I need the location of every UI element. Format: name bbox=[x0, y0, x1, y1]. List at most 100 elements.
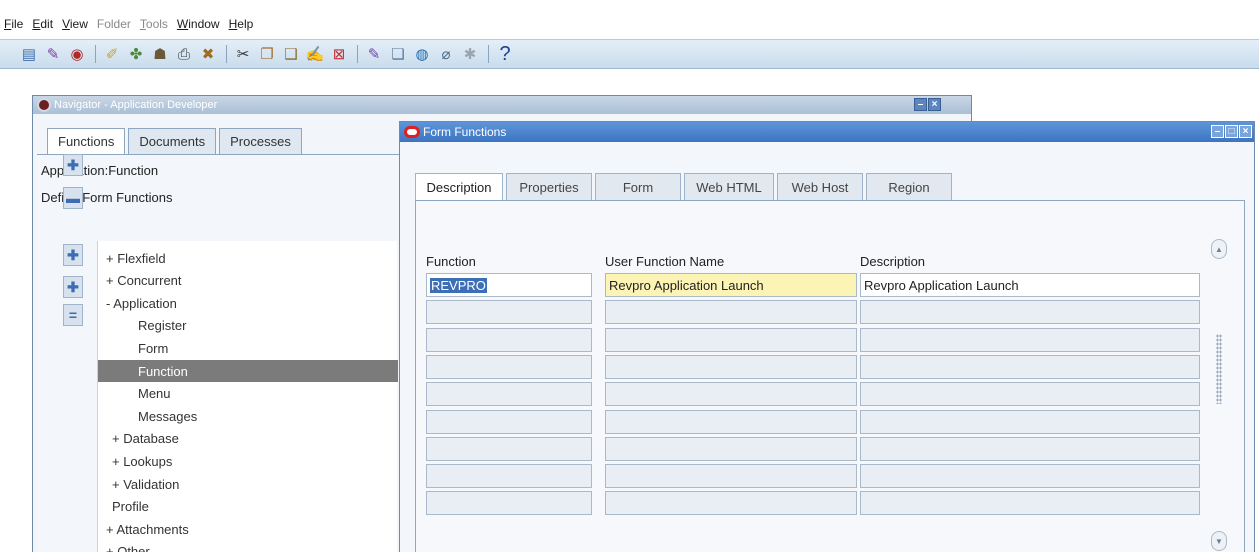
expand-branch-icon[interactable]: ✚ bbox=[63, 244, 83, 266]
table-cell[interactable]: Revpro Application Launch bbox=[605, 273, 857, 297]
tree-item[interactable]: - Application bbox=[98, 292, 177, 314]
paste-icon[interactable]: ❑ bbox=[280, 43, 302, 65]
close-form-icon[interactable]: ✖ bbox=[197, 43, 219, 65]
help-icon[interactable]: ? bbox=[494, 43, 516, 65]
tree-item[interactable]: + Attachments bbox=[98, 518, 189, 540]
expand-icon[interactable]: ✚ bbox=[63, 154, 83, 176]
attachments-icon[interactable]: ⌀ bbox=[435, 43, 457, 65]
clear-record-icon[interactable]: ⊠ bbox=[328, 43, 350, 65]
tree-item[interactable]: Menu bbox=[98, 383, 171, 405]
zoom-icon[interactable]: ❏ bbox=[387, 43, 409, 65]
tree-item[interactable]: + Other bbox=[98, 541, 150, 552]
tree-item[interactable]: + Validation bbox=[98, 473, 179, 495]
scroll-grip[interactable] bbox=[1216, 334, 1222, 404]
tree-item[interactable]: Profile bbox=[98, 496, 149, 518]
table-cell[interactable] bbox=[426, 464, 592, 489]
table-cell[interactable] bbox=[426, 327, 592, 352]
table-cell[interactable] bbox=[426, 436, 592, 461]
navigator-panel: Application:Function Define Form Functio… bbox=[37, 154, 403, 552]
menu-edit[interactable]: Edit bbox=[32, 17, 53, 31]
collapse-all-icon[interactable]: = bbox=[63, 304, 83, 326]
tab-processes[interactable]: Processes bbox=[219, 128, 302, 154]
table-cell[interactable]: Revpro Application Launch bbox=[860, 273, 1200, 297]
translations-icon[interactable]: ◍ bbox=[411, 43, 433, 65]
table-cell[interactable] bbox=[605, 300, 857, 325]
table-cell[interactable] bbox=[860, 300, 1200, 325]
menu-file[interactable]: File bbox=[4, 17, 23, 31]
vertical-scrollbar[interactable]: ▲ ▼ bbox=[1211, 239, 1227, 551]
print-icon[interactable]: ⎙ bbox=[173, 43, 195, 65]
tree-item[interactable]: + Lookups bbox=[98, 450, 172, 472]
cut-icon[interactable]: ✂ bbox=[232, 43, 254, 65]
table-cell[interactable] bbox=[860, 382, 1200, 407]
collapse-icon[interactable]: ▬ bbox=[63, 187, 83, 209]
table-cell[interactable] bbox=[605, 464, 857, 489]
scroll-up-icon[interactable]: ▲ bbox=[1211, 239, 1227, 259]
function-tree: + Flexfield + Concurrent - Application Regi… bbox=[97, 241, 398, 552]
table-cell[interactable] bbox=[426, 409, 592, 434]
toolbar-separator bbox=[488, 45, 489, 63]
tab-form[interactable]: Form bbox=[595, 173, 681, 200]
table-cell[interactable] bbox=[426, 382, 592, 407]
current-function-label: Define Form Functions bbox=[41, 190, 173, 205]
new-icon[interactable]: ✍ bbox=[304, 43, 326, 65]
find-icon[interactable]: ✎ bbox=[42, 43, 64, 65]
navigator-icon[interactable]: ◉ bbox=[66, 43, 88, 65]
table-cell[interactable] bbox=[426, 354, 592, 379]
cell-value: REVPRO bbox=[430, 277, 487, 293]
table-cell[interactable] bbox=[860, 327, 1200, 352]
tab-description[interactable]: Description bbox=[415, 173, 503, 200]
table-cell[interactable] bbox=[605, 382, 857, 407]
switch-responsibility-icon[interactable]: ☗ bbox=[149, 43, 171, 65]
table-cell[interactable] bbox=[605, 491, 857, 516]
tab-functions[interactable]: Functions bbox=[47, 128, 126, 154]
table-cell[interactable] bbox=[605, 354, 857, 379]
tab-properties[interactable]: Properties bbox=[506, 173, 592, 200]
save-icon[interactable]: ✐ bbox=[101, 43, 123, 65]
copy-icon[interactable]: ❐ bbox=[256, 43, 278, 65]
table-cell[interactable] bbox=[860, 409, 1200, 434]
table-cell[interactable] bbox=[426, 491, 592, 516]
tree-item[interactable]: + Concurrent bbox=[98, 270, 182, 292]
close-icon[interactable]: × bbox=[928, 98, 941, 111]
tab-documents[interactable]: Documents bbox=[128, 128, 217, 154]
edit-field-icon[interactable]: ✎ bbox=[363, 43, 385, 65]
expand-all-icon[interactable]: ✚ bbox=[63, 276, 83, 298]
tab-region[interactable]: Region bbox=[866, 173, 952, 200]
tree-item[interactable]: Form bbox=[98, 337, 168, 359]
tab-web-html[interactable]: Web HTML bbox=[684, 173, 774, 200]
navigator-title-bar[interactable]: Navigator - Application Developer – × bbox=[33, 96, 971, 114]
menu-window[interactable]: Window bbox=[177, 17, 220, 31]
menu-tools[interactable]: Tools bbox=[140, 17, 168, 31]
menu-help[interactable]: Help bbox=[229, 17, 254, 31]
menu-view[interactable]: View bbox=[62, 17, 88, 31]
column-header-description: Description bbox=[860, 254, 926, 269]
table-cell[interactable] bbox=[605, 436, 857, 461]
minimize-icon[interactable]: – bbox=[914, 98, 927, 111]
new-record-icon[interactable]: ▤ bbox=[18, 43, 40, 65]
tree-item[interactable]: Register bbox=[98, 315, 186, 337]
tree-item[interactable]: + Database bbox=[98, 428, 179, 450]
tree-item[interactable]: + Flexfield bbox=[98, 247, 166, 269]
close-icon[interactable]: × bbox=[1239, 125, 1252, 138]
form-functions-title-bar[interactable]: Form Functions – □ × bbox=[400, 122, 1254, 142]
next-step-icon[interactable]: ✤ bbox=[125, 43, 147, 65]
tree-item[interactable]: Messages bbox=[98, 405, 197, 427]
folder-tools-icon[interactable]: ✱ bbox=[459, 43, 481, 65]
table-cell[interactable] bbox=[860, 436, 1200, 461]
table-cell[interactable] bbox=[605, 327, 857, 352]
table-cell[interactable] bbox=[605, 409, 857, 434]
table-cell[interactable] bbox=[860, 354, 1200, 379]
table-cell[interactable] bbox=[860, 491, 1200, 516]
tree-item[interactable]: Function bbox=[98, 360, 398, 382]
scroll-down-icon[interactable]: ▼ bbox=[1211, 531, 1227, 551]
maximize-icon[interactable]: □ bbox=[1225, 125, 1238, 138]
toolbar-separator bbox=[357, 45, 358, 63]
table-cell[interactable]: REVPRO bbox=[426, 273, 592, 297]
minimize-icon[interactable]: – bbox=[1211, 125, 1224, 138]
tab-web-host[interactable]: Web Host bbox=[777, 173, 863, 200]
menu-folder[interactable]: Folder bbox=[97, 17, 131, 31]
table-cell[interactable] bbox=[860, 464, 1200, 489]
table-cell[interactable] bbox=[426, 300, 592, 325]
menu-label-rest: ools bbox=[145, 17, 168, 31]
